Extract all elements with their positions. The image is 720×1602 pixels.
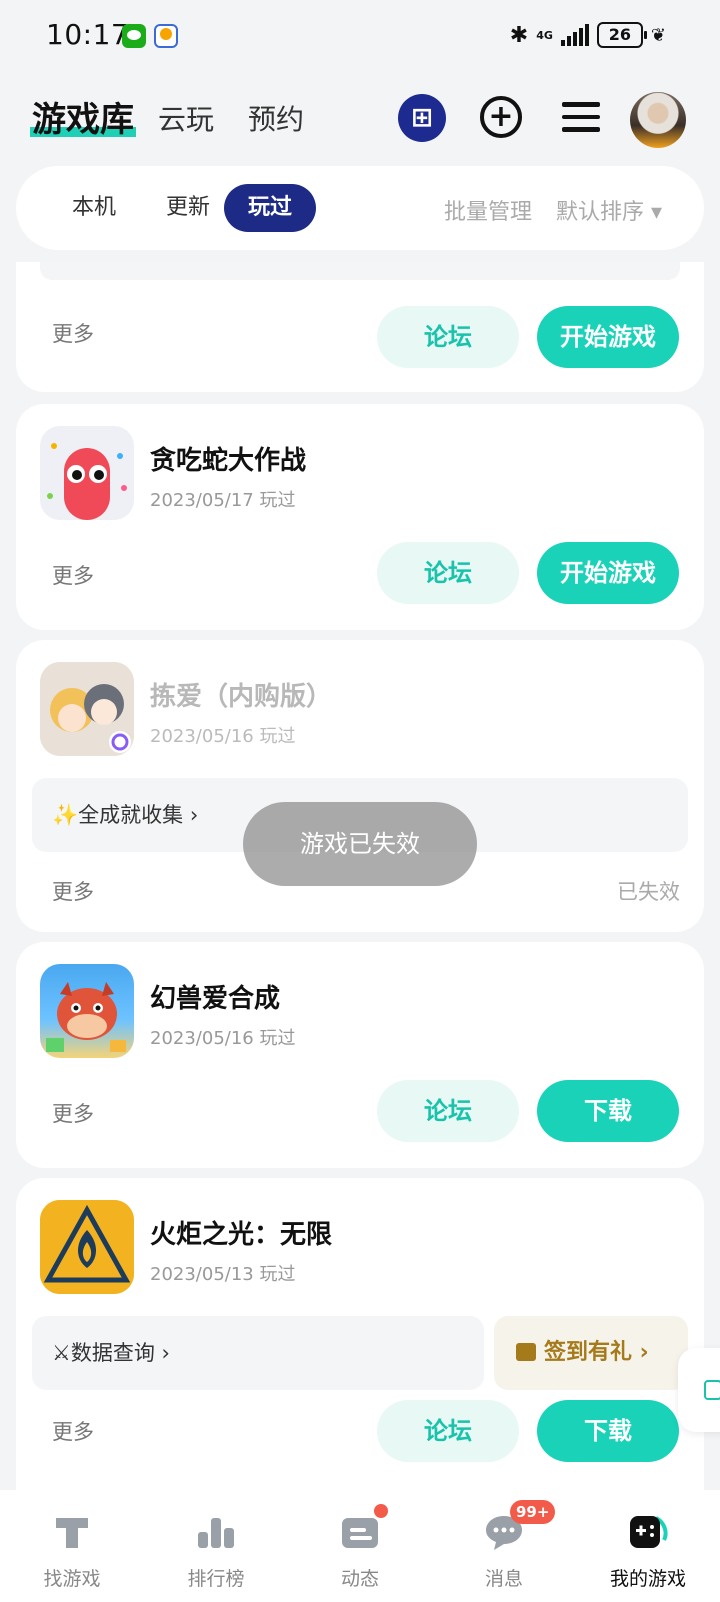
ranking-icon [198, 1518, 234, 1548]
signin-gift-link[interactable]: 签到有礼 › [494, 1316, 688, 1390]
forum-button[interactable]: 论坛 [377, 1080, 519, 1142]
app-notification-icon [154, 24, 178, 48]
message-count-badge: 99+ [510, 1500, 556, 1524]
notification-dot [374, 1504, 388, 1518]
more-link[interactable]: 更多 [52, 1416, 94, 1446]
status-time: 10:17 [46, 18, 130, 51]
more-link[interactable]: 更多 [52, 560, 94, 590]
forum-button[interactable]: 论坛 [377, 542, 519, 604]
game-card: 贪吃蛇大作战 2023/05/17 玩过 更多 论坛 开始游戏 [16, 404, 704, 630]
forum-button[interactable]: 论坛 [377, 306, 519, 368]
leaf-icon: ❦ [650, 24, 666, 46]
filter-bar: 本机 更新 玩过 批量管理 默认排序 ▾ [16, 166, 704, 250]
game-card: 更多 论坛 开始游戏 [16, 262, 704, 392]
more-link[interactable]: 更多 [52, 876, 94, 906]
game-card: 火炬之光：无限 2023/05/13 玩过 ⚔数据查询 › 签到有礼 › 更多 … [16, 1178, 704, 1490]
nav-label: 排行榜 [187, 1568, 245, 1590]
download-icon [704, 1380, 720, 1400]
game-card: 拣爱（内购版） 2023/05/16 玩过 ✨全成就收集 › 更多 已失效 [16, 640, 704, 932]
nav-ranking[interactable]: 排行榜 [144, 1490, 288, 1602]
floating-download-button[interactable] [678, 1348, 720, 1432]
forum-button[interactable]: 论坛 [377, 1400, 519, 1462]
bottom-nav: 找游戏 排行榜 动态 99+ 消息 我的游戏 [0, 1490, 720, 1602]
played-date: 2023/05/17 玩过 [150, 490, 296, 511]
game-card: 幻兽爱合成 2023/05/16 玩过 更多 论坛 下载 [16, 942, 704, 1168]
gift-icon: ⊞ [411, 103, 433, 133]
battery-level: 26 [596, 22, 647, 48]
nav-label: 消息 [484, 1568, 523, 1590]
filter-tab-updates[interactable]: 更新 [142, 184, 234, 232]
top-header: 游戏库 云玩 预约 ⊞ + [0, 86, 720, 156]
tab-reservation[interactable]: 预约 [248, 98, 304, 138]
start-game-button[interactable]: 开始游戏 [537, 542, 679, 604]
game-title[interactable]: 拣爱（内购版） [150, 676, 332, 713]
more-link[interactable]: 更多 [52, 318, 94, 348]
more-link[interactable]: 更多 [52, 1098, 94, 1128]
activity-icon [342, 1518, 378, 1548]
status-bar: 10:17 ✱ 4G 26 ❦ [0, 0, 720, 76]
love-game-icon[interactable] [40, 662, 134, 756]
download-button[interactable]: 下载 [537, 1080, 679, 1142]
batch-manage-button[interactable]: 批量管理 [444, 194, 532, 226]
toast-message: 游戏已失效 [243, 802, 477, 886]
nav-my-games[interactable]: 我的游戏 [576, 1490, 720, 1602]
nav-messages[interactable]: 99+ 消息 [432, 1490, 576, 1602]
sort-dropdown[interactable]: 默认排序 ▾ [556, 194, 662, 226]
tab-cloud-play[interactable]: 云玩 [158, 98, 214, 138]
game-title[interactable]: 贪吃蛇大作战 [150, 440, 306, 477]
beast-merge-game-icon[interactable] [40, 964, 134, 1058]
plus-icon: + [488, 99, 514, 134]
menu-button[interactable] [562, 102, 600, 132]
feature-row-partial [40, 262, 680, 280]
avatar[interactable] [630, 92, 686, 148]
filter-tab-local[interactable]: 本机 [48, 184, 140, 232]
download-button[interactable]: 下载 [537, 1400, 679, 1462]
signal-icon [560, 24, 589, 46]
game-title[interactable]: 火炬之光：无限 [150, 1214, 332, 1251]
wechat-notification-icon [122, 24, 146, 48]
network-type: 4G [536, 28, 553, 42]
expired-status: 已失效 [617, 880, 680, 904]
gift-icon [516, 1343, 536, 1361]
nav-label: 动态 [340, 1568, 379, 1590]
played-date: 2023/05/16 玩过 [150, 1028, 296, 1049]
nav-find-games[interactable]: 找游戏 [0, 1490, 144, 1602]
nav-label: 我的游戏 [609, 1568, 686, 1590]
gamepad-icon [630, 1516, 668, 1548]
played-date: 2023/05/16 玩过 [150, 726, 296, 747]
played-date: 2023/05/13 玩过 [150, 1264, 296, 1285]
filter-tab-played[interactable]: 玩过 [224, 184, 317, 232]
nav-label: 找游戏 [43, 1568, 101, 1590]
game-title[interactable]: 幻兽爱合成 [150, 978, 280, 1015]
find-games-icon [56, 1518, 88, 1548]
signin-gift-label: 签到有礼 › [544, 1340, 649, 1365]
data-query-link[interactable]: ⚔数据查询 › [32, 1316, 484, 1390]
tab-game-library[interactable]: 游戏库 [30, 92, 136, 141]
bluetooth-icon: ✱ [509, 22, 529, 48]
start-game-button[interactable]: 开始游戏 [537, 306, 679, 368]
gift-button[interactable]: ⊞ [398, 94, 446, 142]
snake-game-icon[interactable] [40, 426, 134, 520]
nav-activity[interactable]: 动态 [288, 1490, 432, 1602]
add-button[interactable]: + [480, 96, 522, 138]
torchlight-game-icon[interactable] [40, 1200, 134, 1294]
